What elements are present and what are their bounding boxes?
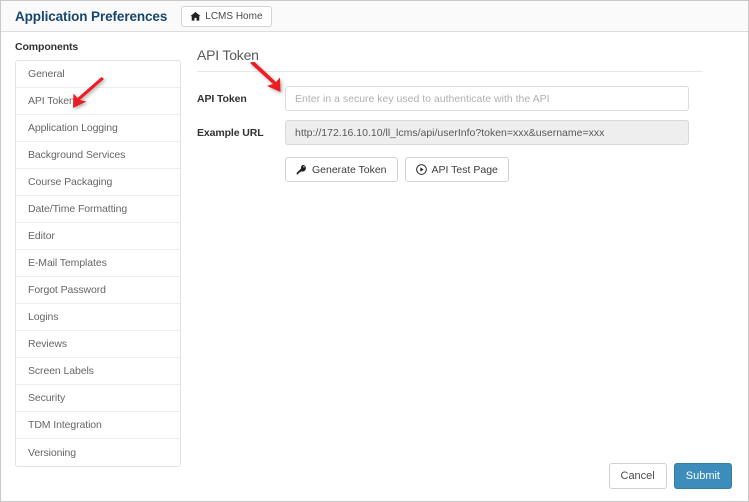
sidebar-item-forgot-password[interactable]: Forgot Password (16, 277, 180, 304)
section-divider (197, 71, 703, 72)
home-icon (190, 11, 201, 22)
api-token-row: API Token (197, 86, 705, 111)
lcms-home-button[interactable]: LCMS Home (181, 5, 272, 27)
submit-label: Submit (685, 470, 720, 482)
sidebar-item-label: Application Logging (28, 122, 118, 134)
cancel-label: Cancel (620, 470, 655, 482)
sidebar-item-label: Versioning (28, 446, 77, 459)
sidebar-item-label: E-Mail Templates (28, 257, 107, 269)
play-circle-icon (415, 164, 427, 175)
sidebar-item-screen-labels[interactable]: Screen Labels (16, 358, 180, 385)
main-content: API Token API Token Example URL http://1… (197, 47, 705, 182)
sidebar-item-label: Reviews (28, 338, 67, 350)
sidebar-item-reviews[interactable]: Reviews (16, 331, 180, 358)
sidebar-item-label: API Token (28, 95, 75, 107)
sidebar-item-application-logging[interactable]: Application Logging (16, 115, 180, 142)
sidebar-item-label: Logins (28, 311, 59, 323)
generate-token-label: Generate Token (312, 163, 387, 176)
sidebar-item-label: Screen Labels (28, 365, 94, 377)
example-url-row: Example URL http://172.16.10.10/ll_lcms/… (197, 120, 705, 145)
api-test-page-label: API Test Page (431, 163, 498, 176)
section-title: API Token (197, 47, 259, 63)
action-button-row: Generate Token API Test Page (285, 157, 705, 182)
sidebar-item-background-services[interactable]: Background Services (16, 142, 180, 169)
sidebar-item-label: Forgot Password (28, 284, 106, 296)
sidebar-item-label: Security (28, 392, 66, 404)
sidebar-item-editor[interactable]: Editor (16, 223, 180, 250)
sidebar-item-email-templates[interactable]: E-Mail Templates (16, 250, 180, 277)
sidebar-heading: Components (15, 41, 79, 53)
page-title: Application Preferences (15, 8, 168, 24)
sidebar-item-logins[interactable]: Logins (16, 304, 180, 331)
components-list: General API Token Application Logging Ba… (15, 60, 181, 467)
api-token-label: API Token (197, 92, 247, 105)
sidebar-item-label: Editor (28, 230, 55, 242)
sidebar-item-label: Date/Time Formatting (28, 203, 128, 215)
application-preferences-window: Application Preferences LCMS Home Compon… (0, 0, 749, 502)
app-header: Application Preferences LCMS Home (1, 1, 748, 32)
example-url-value: http://172.16.10.10/ll_lcms/api/userInfo… (285, 120, 689, 145)
example-url-label: Example URL (197, 126, 264, 139)
sidebar-item-label: Background Services (28, 149, 126, 161)
key-icon (296, 164, 307, 175)
cancel-button[interactable]: Cancel (608, 463, 667, 489)
submit-button[interactable]: Submit (673, 463, 732, 489)
sidebar-item-label: TDM Integration (28, 419, 102, 431)
sidebar-item-api-token[interactable]: API Token (16, 88, 180, 115)
sidebar-item-label: General (28, 68, 65, 80)
sidebar-item-general[interactable]: General (16, 61, 180, 88)
api-token-input[interactable] (285, 86, 689, 111)
api-test-page-button[interactable]: API Test Page (404, 157, 509, 182)
sidebar-item-label: Course Packaging (28, 176, 113, 188)
sidebar-item-course-packaging[interactable]: Course Packaging (16, 169, 180, 196)
footer-actions: Cancel Submit (608, 463, 732, 489)
sidebar-item-versioning[interactable]: Versioning (16, 439, 180, 466)
sidebar: Components General API Token Application… (15, 41, 181, 467)
lcms-home-label: LCMS Home (205, 10, 263, 22)
sidebar-item-security[interactable]: Security (16, 385, 180, 412)
sidebar-item-date-time-formatting[interactable]: Date/Time Formatting (16, 196, 180, 223)
sidebar-item-tdm-integration[interactable]: TDM Integration (16, 412, 180, 439)
generate-token-button[interactable]: Generate Token (285, 157, 398, 182)
